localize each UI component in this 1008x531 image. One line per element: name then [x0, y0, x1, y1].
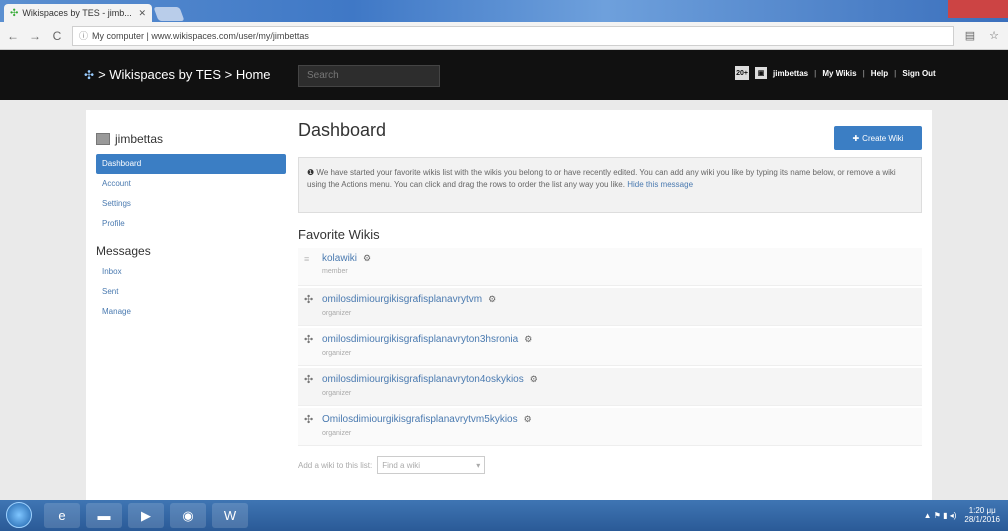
start-button[interactable] — [6, 502, 32, 528]
wikispaces-logo-icon: ✣ — [304, 334, 314, 346]
wiki-name-link[interactable]: omilosdimiourgikisgrafisplanavryton4osky… — [322, 374, 524, 385]
clock-date: 28/1/2016 — [964, 515, 1000, 524]
translate-icon[interactable]: ▤ — [962, 29, 978, 42]
close-tab-icon[interactable]: ✕ — [138, 8, 146, 19]
list-item[interactable]: ✣ Omilosdimiourgikisgrafisplanavrytvm5ky… — [298, 408, 922, 446]
add-wiki-label: Add a wiki to this list: — [298, 460, 373, 470]
sidebar-item-account[interactable]: Account — [96, 174, 286, 194]
notifications-icon[interactable]: 20+ — [735, 66, 749, 80]
nav-help[interactable]: Help — [871, 69, 888, 78]
wiki-name-link[interactable]: kolawiki — [322, 253, 357, 264]
media-player-icon[interactable]: ▶ — [128, 503, 164, 528]
back-icon[interactable]: ← — [6, 29, 20, 43]
wiki-role: organizer — [322, 430, 352, 437]
main-content: Dashboard ✚ Create Wiki ❶ We have starte… — [298, 120, 922, 474]
clock-time: 1:20 μμ — [968, 506, 996, 515]
url-text: My computer | www.wikispaces.com/user/my… — [92, 30, 309, 41]
wiki-name-link[interactable]: omilosdimiourgikisgrafisplanavryton3hsro… — [322, 334, 518, 345]
messages-heading: Messages — [96, 244, 151, 258]
reload-icon[interactable]: C — [50, 29, 64, 43]
wikispaces-logo-icon: ✣ — [304, 374, 314, 386]
brand-breadcrumb[interactable]: ✣ > Wikispaces by TES > Home — [84, 67, 271, 82]
avatar — [96, 133, 110, 145]
list-item[interactable]: ✣ omilosdimiourgikisgrafisplanavrytvm ⚙ … — [298, 288, 922, 326]
tab-title: Wikispaces by TES - jimb... — [22, 8, 132, 18]
wiki-name-link[interactable]: Omilosdimiourgikisgrafisplanavrytvm5kyki… — [322, 414, 518, 425]
site-header: ✣ > Wikispaces by TES > Home Search 20+ … — [0, 50, 1008, 100]
chrome-icon[interactable]: ◉ — [170, 503, 206, 528]
sidebar-item-dashboard[interactable]: Dashboard — [96, 154, 286, 174]
wiki-role: member — [322, 268, 348, 275]
clock[interactable]: 1:20 μμ 28/1/2016 — [964, 506, 1000, 524]
find-wiki-input[interactable]: Find a wiki ▾ — [377, 456, 486, 474]
sidebar-item-profile[interactable]: Profile — [96, 214, 286, 234]
sidebar-item-settings[interactable]: Settings — [96, 194, 286, 214]
gear-icon[interactable]: ⚙ — [363, 253, 371, 264]
tray-icons[interactable]: ▲ ⚑ ▮ ◂) — [924, 511, 957, 520]
ie-icon[interactable]: e — [44, 503, 80, 528]
new-tab-button[interactable] — [153, 7, 185, 21]
user-avatar-icon[interactable]: ▣ — [755, 67, 767, 79]
nav-divider: | — [814, 68, 817, 78]
bookmark-star-icon[interactable]: ☆ — [986, 29, 1002, 42]
window-controls[interactable] — [948, 0, 1008, 18]
wikispaces-logo-icon: ✣ — [84, 67, 95, 82]
gear-icon[interactable]: ⚙ — [530, 374, 538, 385]
wikispaces-logo-icon: ✣ — [304, 414, 314, 426]
nav-divider: | — [894, 68, 897, 78]
nav-username[interactable]: jimbettas — [773, 69, 808, 78]
sidebar-item-sent[interactable]: Sent — [96, 282, 286, 302]
find-wiki-placeholder: Find a wiki — [382, 460, 421, 470]
word-icon[interactable]: W — [212, 503, 248, 528]
wiki-role: organizer — [322, 390, 352, 397]
page-body: jimbettas Dashboard Account Settings Pro… — [0, 100, 1008, 502]
favorites-title: Favorite Wikis — [298, 227, 380, 242]
nav-divider: | — [862, 68, 865, 78]
wikispaces-logo-icon: ✣ — [304, 294, 314, 306]
sidebar-username: jimbettas — [115, 132, 164, 146]
gear-icon[interactable]: ⚙ — [524, 334, 532, 345]
info-icon: ⓘ — [79, 31, 89, 41]
nav-sign-out[interactable]: Sign Out — [902, 69, 935, 78]
brand-text: > Wikispaces by TES > Home — [98, 67, 271, 82]
url-input[interactable]: ⓘ My computer | www.wikispaces.com/user/… — [72, 25, 954, 46]
folder-icon[interactable]: ▬ — [86, 503, 122, 528]
site-search-input[interactable]: Search — [298, 65, 440, 87]
add-wiki-row: Add a wiki to this list: Find a wiki ▾ — [298, 456, 922, 474]
gear-icon[interactable]: ⚙ — [488, 294, 496, 305]
gear-icon[interactable]: ⚙ — [524, 414, 532, 425]
plus-icon: ✚ — [852, 133, 860, 143]
hide-message-link[interactable]: Hide this message — [627, 180, 693, 189]
create-wiki-label: Create Wiki — [862, 133, 904, 143]
wiki-role: organizer — [322, 310, 352, 317]
wiki-icon: ≡ — [304, 253, 310, 264]
browser-tabstrip: ✣ Wikispaces by TES - jimb... ✕ — [0, 0, 1008, 22]
sidebar-user: jimbettas — [96, 132, 286, 146]
content-panel: jimbettas Dashboard Account Settings Pro… — [86, 110, 932, 502]
list-item[interactable]: ≡ kolawiki ⚙ member — [298, 248, 922, 286]
sidebar-item-inbox[interactable]: Inbox — [96, 262, 286, 282]
wikispaces-favicon-icon: ✣ — [10, 7, 19, 19]
browser-tab[interactable]: ✣ Wikispaces by TES - jimb... ✕ — [4, 4, 152, 22]
list-item[interactable]: ✣ omilosdimiourgikisgrafisplanavryton4os… — [298, 368, 922, 406]
create-wiki-button[interactable]: ✚ Create Wiki — [834, 126, 922, 150]
nav-my-wikis[interactable]: My Wikis — [822, 69, 856, 78]
wiki-name-link[interactable]: omilosdimiourgikisgrafisplanavrytvm — [322, 294, 482, 305]
page-title: Dashboard — [298, 120, 387, 140]
list-item[interactable]: ✣ omilosdimiourgikisgrafisplanavryton3hs… — [298, 328, 922, 366]
info-circle-icon: ❶ — [307, 168, 315, 177]
chevron-down-icon: ▾ — [476, 460, 481, 470]
user-nav: 20+ ▣ jimbettas | My Wikis | Help | Sign… — [735, 66, 936, 80]
wiki-role: organizer — [322, 350, 352, 357]
sidebar-item-manage[interactable]: Manage — [96, 302, 286, 322]
sidebar: jimbettas Dashboard Account Settings Pro… — [96, 132, 286, 322]
notice-text: We have started your favorite wikis list… — [307, 168, 896, 189]
info-notice: ❶ We have started your favorite wikis li… — [298, 157, 922, 213]
forward-icon[interactable]: → — [28, 29, 42, 43]
os-taskbar: e ▬ ▶ ◉ W ▲ ⚑ ▮ ◂) 1:20 μμ 28/1/2016 — [0, 500, 1008, 531]
address-bar: ← → C ⓘ My computer | www.wikispaces.com… — [0, 22, 1008, 50]
system-tray: ▲ ⚑ ▮ ◂) 1:20 μμ 28/1/2016 — [924, 506, 1000, 524]
